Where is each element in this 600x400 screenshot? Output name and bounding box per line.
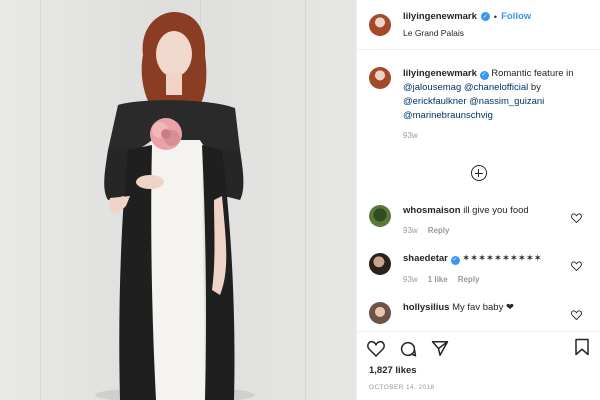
header-meta: lilyingenewmark ✓ • Follow Le Grand Pala…: [403, 11, 531, 38]
separator-dot: •: [493, 11, 498, 22]
heart-icon[interactable]: [571, 309, 582, 320]
mention-link[interactable]: @jalousemag: [403, 82, 461, 93]
share-icon[interactable]: [431, 340, 449, 357]
commenter-avatar[interactable]: [369, 301, 391, 324]
post-location[interactable]: Le Grand Palais: [403, 28, 531, 38]
header-top-row: lilyingenewmark ✓ • Follow: [403, 11, 531, 22]
comment-item: whosmaison ill give you food 93w Reply: [357, 205, 600, 235]
mention-link[interactable]: @nassim_guizani: [469, 96, 544, 107]
comment-text: My fav baby ❤: [452, 301, 514, 313]
comment-username[interactable]: shaedetar: [403, 253, 448, 264]
post-action-bar: [367, 338, 590, 359]
caption-age[interactable]: 93w: [403, 129, 588, 143]
comment-username[interactable]: hollysilius: [403, 302, 449, 313]
mention-link[interactable]: @erickfaulkner: [403, 96, 467, 107]
comment-icon[interactable]: [399, 340, 417, 358]
reply-button[interactable]: Reply: [458, 275, 480, 284]
heart-icon[interactable]: [367, 340, 385, 357]
verified-badge-icon: ✓: [450, 255, 460, 265]
mention-link[interactable]: @chanelofficial: [464, 82, 528, 93]
comment-item: hollysilius My fav baby ❤: [357, 301, 600, 324]
load-more-comments[interactable]: [357, 165, 600, 181]
comment-item: shaedetar ✓ ✶✶✶✶✶✶✶✶✶✶ 93w 1 like Reply: [357, 253, 600, 284]
commenter-avatar[interactable]: [369, 205, 391, 227]
comment-age[interactable]: 93w: [403, 226, 418, 235]
post-header: lilyingenewmark ✓ • Follow Le Grand Pala…: [357, 0, 600, 50]
commenter-avatar[interactable]: [369, 253, 391, 275]
comments-list[interactable]: lilyingenewmark ✓ Romantic feature in @j…: [357, 50, 600, 340]
save-group: [574, 338, 590, 359]
model-illustration: [95, 12, 255, 400]
author-username[interactable]: lilyingenewmark: [403, 11, 477, 22]
heart-icon[interactable]: [571, 213, 582, 223]
verified-badge-icon: ✓: [479, 70, 489, 80]
caption-text: Romantic feature in: [491, 68, 574, 79]
caption-author-avatar[interactable]: [369, 67, 391, 89]
comment-meta: 93w Reply: [403, 226, 529, 235]
instagram-post-view: lilyingenewmark ✓ • Follow Le Grand Pala…: [0, 0, 600, 400]
comment-text: ✶✶✶✶✶✶✶✶✶✶: [462, 253, 542, 264]
plus-circle-icon[interactable]: [470, 165, 487, 181]
heart-icon[interactable]: [571, 261, 582, 271]
action-group: [367, 340, 449, 358]
comment-body: hollysilius My fav baby ❤: [403, 302, 514, 324]
reply-button[interactable]: Reply: [428, 226, 450, 235]
likes-count[interactable]: 1,827 likes: [369, 365, 417, 376]
actions-divider: [357, 331, 600, 332]
post-photo[interactable]: [0, 0, 356, 400]
comment-username[interactable]: whosmaison: [403, 205, 461, 216]
comment-meta: 93w 1 like Reply: [403, 275, 542, 284]
comment-text: ill give you food: [463, 205, 529, 216]
caption-username[interactable]: lilyingenewmark: [403, 68, 477, 79]
bookmark-icon[interactable]: [574, 338, 590, 356]
follow-button[interactable]: Follow: [501, 11, 531, 22]
caption-body: lilyingenewmark ✓ Romantic feature in @j…: [403, 67, 588, 143]
post-date[interactable]: OCTOBER 14, 2018: [369, 384, 435, 391]
caption-text-by: by: [530, 82, 541, 93]
comment-body: shaedetar ✓ ✶✶✶✶✶✶✶✶✶✶ 93w 1 like Reply: [403, 253, 542, 284]
author-avatar[interactable]: [369, 13, 391, 36]
mention-link[interactable]: @marinebraunschvig: [403, 110, 493, 121]
comment-likes[interactable]: 1 like: [428, 275, 448, 284]
post-sidebar: lilyingenewmark ✓ • Follow Le Grand Pala…: [356, 0, 600, 400]
comment-body: whosmaison ill give you food 93w Reply: [403, 205, 529, 235]
post-caption: lilyingenewmark ✓ Romantic feature in @j…: [357, 50, 600, 143]
comment-age[interactable]: 93w: [403, 275, 418, 284]
verified-badge-icon: ✓: [480, 12, 490, 21]
